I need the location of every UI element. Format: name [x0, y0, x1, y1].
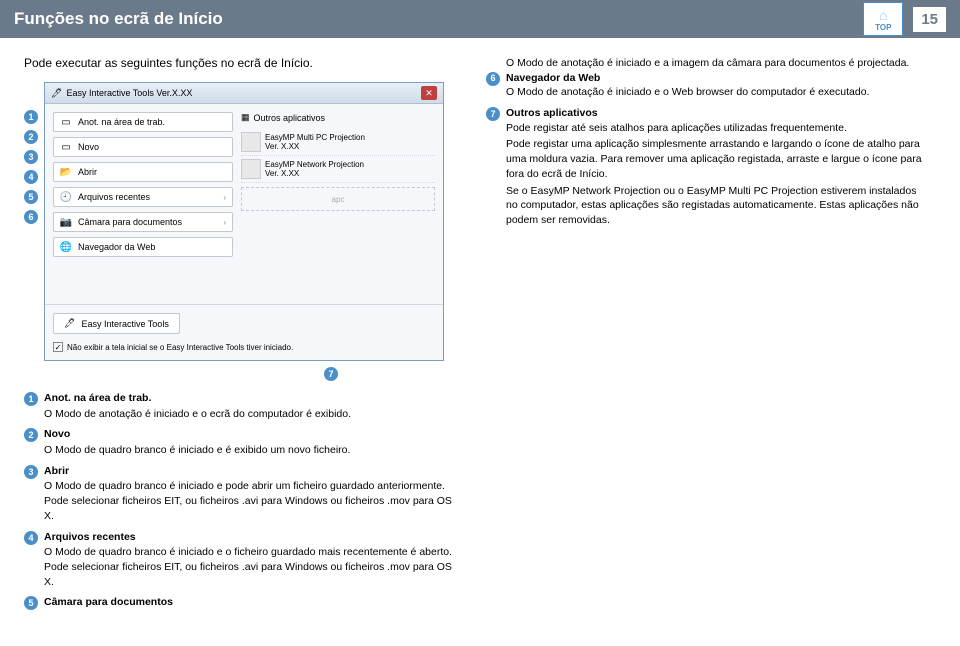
- intro-text: Pode executar as seguintes funções no ec…: [24, 56, 464, 70]
- menu-recent[interactable]: 🕘Arquivos recentes›: [53, 187, 233, 207]
- desc-1: 1 Anot. na área de trab.O Modo de anotaç…: [24, 391, 464, 421]
- app-row-2[interactable]: EasyMP Network ProjectionVer. X.XX: [241, 156, 435, 183]
- folder-icon: 📂: [60, 166, 72, 178]
- apps-column: ▦ Outros aplicativos EasyMP Multi PC Pro…: [241, 112, 435, 296]
- window-wrap: 🖊 Easy Interactive Tools Ver.X.XX ✕ ▭Ano…: [44, 82, 444, 381]
- apps-header: ▦ Outros aplicativos: [241, 112, 435, 123]
- bullet-7: 7: [486, 107, 500, 121]
- app-icon: 🖊: [51, 88, 62, 99]
- menu-web-browser[interactable]: 🌐Navegador da Web: [53, 237, 233, 257]
- chevron-right-icon: ›: [223, 193, 226, 202]
- app-row-1[interactable]: EasyMP Multi PC ProjectionVer. X.XX: [241, 129, 435, 156]
- window-body: ▭Anot. na área de trab. ▭Novo 📂Abrir 🕘Ar…: [45, 104, 443, 304]
- bullet-6: 6: [24, 210, 38, 224]
- eit-button[interactable]: 🖊 Easy Interactive Tools: [53, 313, 180, 334]
- page-number: 15: [913, 7, 946, 32]
- camera-icon: 📷: [60, 216, 72, 228]
- desc-7: 7 Outros aplicativos Pode registar até s…: [486, 106, 926, 230]
- bullet-3: 3: [24, 150, 38, 164]
- bullet-4: 4: [24, 170, 38, 184]
- new-icon: ▭: [60, 141, 72, 153]
- menu-column: ▭Anot. na área de trab. ▭Novo 📂Abrir 🕘Ar…: [53, 112, 233, 296]
- checkbox-label: Não exibir a tela inicial se o Easy Inte…: [67, 343, 293, 352]
- bullet-4: 4: [24, 531, 38, 545]
- right-line1: O Modo de anotação é iniciado e a imagem…: [506, 56, 926, 71]
- clock-icon: 🕘: [60, 191, 72, 203]
- window-footer: 🖊 Easy Interactive Tools ✓ Não exibir a …: [45, 304, 443, 360]
- marker-7-wrap: 7: [324, 367, 444, 381]
- apps-icon: ▦: [241, 112, 250, 123]
- menu-annotate-desktop[interactable]: ▭Anot. na área de trab.: [53, 112, 233, 132]
- chevron-right-icon: ›: [223, 218, 226, 227]
- left-column: Pode executar as seguintes funções no ec…: [24, 56, 464, 616]
- checkbox-row: ✓ Não exibir a tela inicial se o Easy In…: [53, 342, 435, 352]
- screenshot-area: 1 2 3 4 5 6 🖊 Easy Interactive Tools Ver…: [24, 82, 464, 381]
- bullet-2: 2: [24, 428, 38, 442]
- page-header: Funções no ecrã de Início ⌂ TOP 15: [0, 0, 960, 38]
- menu-open[interactable]: 📂Abrir: [53, 162, 233, 182]
- desc-4: 4 Arquivos recentesO Modo de quadro bran…: [24, 530, 464, 590]
- globe-icon: 🌐: [60, 241, 72, 253]
- bullet-3: 3: [24, 465, 38, 479]
- home-icon: ⌂: [879, 7, 887, 23]
- bullet-5: 5: [24, 596, 38, 610]
- app-drop-slot[interactable]: apc: [241, 187, 435, 211]
- window-title: Easy Interactive Tools Ver.X.XX: [66, 88, 192, 98]
- content: Pode executar as seguintes funções no ec…: [0, 38, 960, 616]
- right-column: O Modo de anotação é iniciado e a imagem…: [486, 56, 926, 616]
- header-right: ⌂ TOP 15: [863, 2, 946, 36]
- app-window: 🖊 Easy Interactive Tools Ver.X.XX ✕ ▭Ano…: [44, 82, 444, 361]
- bullet-5: 5: [24, 190, 38, 204]
- checkbox[interactable]: ✓: [53, 342, 63, 352]
- app-icon: [241, 159, 261, 179]
- bullet-7: 7: [324, 367, 338, 381]
- top-logo: ⌂ TOP: [863, 2, 903, 36]
- desktop-icon: ▭: [60, 116, 72, 128]
- logo-text: TOP: [875, 23, 891, 32]
- page-title: Funções no ecrã de Início: [14, 9, 223, 29]
- bullet-1: 1: [24, 110, 38, 124]
- desc-3: 3 AbrirO Modo de quadro branco é iniciad…: [24, 464, 464, 524]
- menu-doc-camera[interactable]: 📷Câmara para documentos›: [53, 212, 233, 232]
- desc-2: 2 NovoO Modo de quadro branco é iniciado…: [24, 427, 464, 457]
- menu-bullets: 1 2 3 4 5 6: [24, 82, 38, 224]
- app-icon: [241, 132, 261, 152]
- bullet-1: 1: [24, 392, 38, 406]
- desc-6: 6 Navegador da Web O Modo de anotação é …: [486, 71, 926, 102]
- window-titlebar: 🖊 Easy Interactive Tools Ver.X.XX ✕: [45, 83, 443, 104]
- menu-new[interactable]: ▭Novo: [53, 137, 233, 157]
- bullet-6: 6: [486, 72, 500, 86]
- close-icon[interactable]: ✕: [421, 86, 437, 100]
- left-descriptions: 1 Anot. na área de trab.O Modo de anotaç…: [24, 391, 464, 610]
- bullet-2: 2: [24, 130, 38, 144]
- desc-5: 5 Câmara para documentos: [24, 595, 464, 610]
- pen-icon: 🖊: [64, 318, 75, 329]
